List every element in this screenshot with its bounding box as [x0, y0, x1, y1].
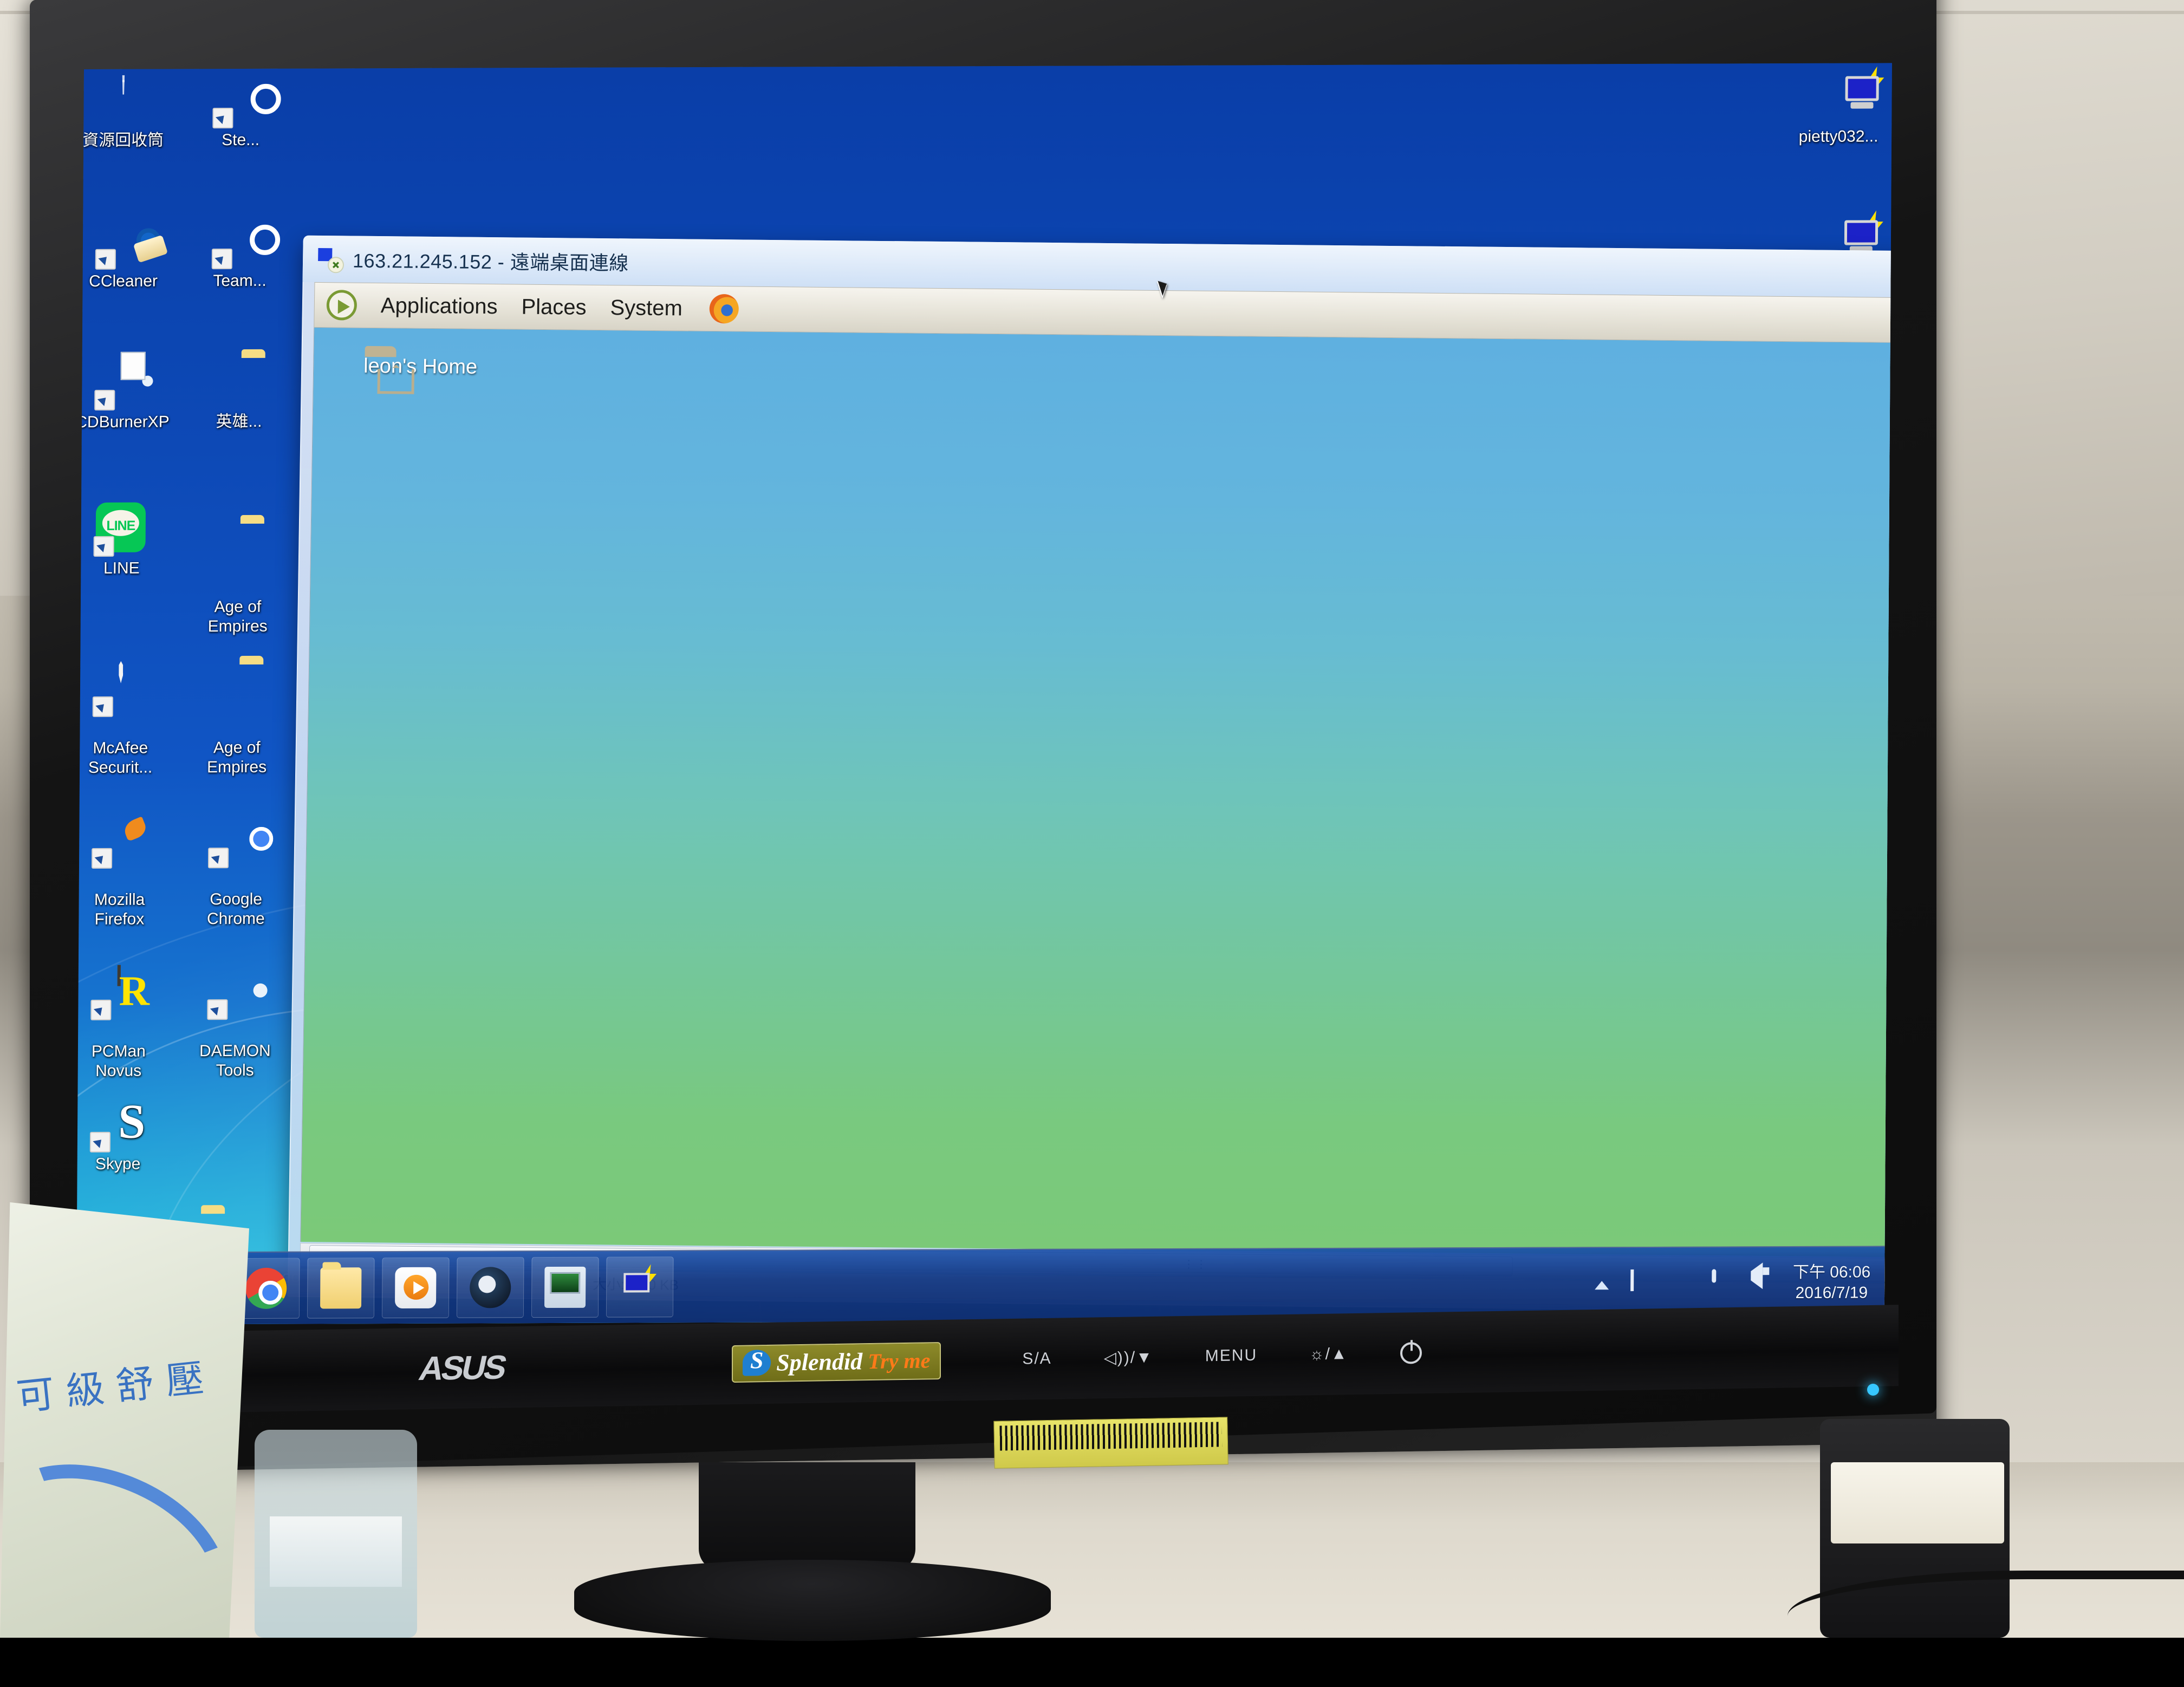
power-led: [1867, 1384, 1879, 1396]
ccleaner-icon: [98, 216, 150, 268]
action-center-flag-icon[interactable]: [1634, 1272, 1658, 1295]
desktop-icon-steam[interactable]: Ste...: [184, 74, 298, 151]
line-icon: LINE: [96, 503, 148, 555]
monitor-stand-base: [574, 1560, 1051, 1641]
taskbar-item-remote-desktop[interactable]: [531, 1257, 599, 1318]
desktop-icon-label: Mozilla Firefox: [76, 890, 177, 929]
skype-icon: [92, 1098, 145, 1150]
steam-icon: [214, 74, 267, 126]
osd-button-brightness-up[interactable]: ☼/▲: [1309, 1345, 1348, 1364]
gnome-desktop-area[interactable]: leon's Home: [300, 328, 1892, 1259]
desktop-icon-label: LINE: [76, 558, 179, 578]
bag-text: 可 級 舒 壓: [15, 1355, 206, 1420]
monitor-stand-neck: [699, 1462, 915, 1571]
folder-icon: [212, 522, 264, 574]
asus-monitor: 資源回收筒 CCleaner CDBurnerXP LINE LINE McAf…: [30, 0, 1936, 1473]
gnome-foot-icon[interactable]: [326, 290, 357, 321]
osd-button-splendid[interactable]: S/A: [1022, 1350, 1051, 1369]
chrome-icon: [245, 1268, 287, 1309]
rdp-title-text: 163.21.245.152 - 遠端桌面連線: [353, 245, 629, 276]
show-hidden-icons-button[interactable]: [1595, 1272, 1618, 1295]
osd-button-volume-down[interactable]: ◁))/▼: [1104, 1347, 1153, 1367]
game-icon: [213, 356, 265, 408]
remote-desktop-icon: [317, 247, 343, 271]
desktop-icon-cdburnerxp[interactable]: CDBurnerXP: [76, 356, 180, 432]
teamviewer-icon: [214, 215, 266, 267]
clock-time: 下午 06:06: [1793, 1262, 1871, 1284]
desktop-icon-firefox[interactable]: Mozilla Firefox: [76, 794, 177, 949]
daemon-tools-icon: [209, 966, 262, 1018]
recycle-bin-icon: [97, 75, 150, 127]
desktop-icon-teamviewer[interactable]: Team...: [183, 215, 297, 291]
desktop-icon-recycle-bin[interactable]: 資源回收筒: [76, 74, 180, 151]
splendid-bubble-icon: [743, 1350, 771, 1376]
splendid-tagline: Try me: [868, 1347, 930, 1374]
pietty-icon: [619, 1266, 660, 1307]
desktop-icon-label: Team...: [183, 271, 296, 291]
gnome-menu-system[interactable]: System: [610, 296, 682, 321]
desktop-icon-label: pietty032...: [1784, 127, 1892, 147]
monitor-screen: 資源回收筒 CCleaner CDBurnerXP LINE LINE McAf…: [76, 63, 1892, 1325]
desktop-icon-label: 英雄...: [182, 412, 296, 432]
folder-icon: [320, 1267, 361, 1308]
osd-button-menu[interactable]: MENU: [1205, 1346, 1257, 1366]
desktop-icon-label: Skype: [76, 1154, 175, 1174]
desktop-icon-label: CDBurnerXP: [76, 412, 179, 432]
desktop-icon-label: Age of Empires: [181, 597, 295, 637]
clock-date: 2016/7/19: [1793, 1283, 1871, 1304]
gnome-menu-places[interactable]: Places: [521, 295, 587, 320]
asus-logo: ASUS: [415, 1348, 508, 1388]
photo-scene: 資源回收筒 CCleaner CDBurnerXP LINE LINE McAf…: [0, 0, 2184, 1638]
power-icon[interactable]: [1400, 1342, 1422, 1364]
taskbar-item-pietty[interactable]: [606, 1256, 674, 1317]
mcafee-icon: [95, 663, 147, 715]
firefox-icon[interactable]: [709, 294, 739, 324]
desktop-icon-age-of-empires-2[interactable]: Age of Empires: [180, 643, 295, 797]
cdburnerxp-icon: [96, 356, 149, 408]
desktop-icon-label: PCMan Novus: [76, 1041, 176, 1081]
desktop-icon-skype[interactable]: Skype: [76, 1098, 176, 1174]
desktop-icon-label: McAfee Securit...: [76, 738, 178, 778]
desktop-icon-chrome[interactable]: Google Chrome: [179, 794, 294, 949]
network-icon[interactable]: [1712, 1271, 1735, 1295]
taskbar-item-media-player[interactable]: [382, 1258, 450, 1318]
desktop-icon-pcman[interactable]: PCMan Novus: [76, 946, 176, 1100]
splendid-sticker: Splendid Try me: [732, 1341, 941, 1382]
desktop-icon-line[interactable]: LINE LINE: [76, 502, 179, 578]
desktop-icon-label: DAEMON Tools: [178, 1041, 292, 1081]
taskbar-item-steam[interactable]: [457, 1257, 524, 1318]
pietty-icon: [1812, 71, 1865, 123]
folder-icon: [211, 662, 264, 714]
gnome-desktop-icon-home[interactable]: leon's Home: [353, 354, 489, 379]
steam-icon: [470, 1267, 511, 1308]
canister-label: [1831, 1462, 2004, 1543]
update-icon[interactable]: [1673, 1272, 1696, 1295]
volume-icon[interactable]: [1751, 1271, 1774, 1295]
desktop-icon-label: 資源回收筒: [76, 131, 180, 151]
desktop-icon-mcafee[interactable]: McAfee Securit...: [76, 643, 178, 797]
desktop-icon-label: CCleaner: [76, 271, 180, 291]
remote-desktop-window[interactable]: 163.21.245.152 - 遠端桌面連線 ✕ Applications P…: [288, 236, 1892, 1314]
gnome-menu-applications[interactable]: Applications: [381, 294, 498, 319]
desktop-icon-age-of-empires-1[interactable]: Age of Empires: [180, 502, 295, 656]
media-player-icon: [395, 1267, 436, 1308]
desktop-icon-daemon-tools[interactable]: DAEMON Tools: [178, 946, 292, 1100]
desktop-icon-label: Google Chrome: [179, 890, 292, 929]
desktop-icon-label: Age of Empires: [180, 738, 294, 778]
barcode-sticker: [993, 1417, 1228, 1469]
chrome-icon: [210, 814, 263, 866]
desktop-icon-pietty[interactable]: pietty032...: [1784, 70, 1892, 147]
desktop-icon-game[interactable]: 英雄...: [182, 356, 296, 432]
firefox-icon: [94, 815, 146, 867]
splendid-name: Splendid: [776, 1347, 862, 1376]
desktop-icon-ccleaner[interactable]: CCleaner: [76, 215, 181, 291]
water-bottle: [255, 1430, 417, 1638]
plastic-bag: 可 級 舒 壓: [0, 1202, 249, 1638]
monitor-osd-buttons: S/A ◁))/▼ MENU ☼/▲: [1022, 1342, 1421, 1370]
pcman-icon: [93, 966, 145, 1018]
remote-desktop-icon: [544, 1267, 586, 1308]
taskbar-item-windows-explorer[interactable]: [307, 1258, 375, 1318]
desktop-icon-label: Ste...: [184, 131, 297, 151]
taskbar-clock[interactable]: 下午 06:06 2016/7/19: [1793, 1262, 1871, 1304]
